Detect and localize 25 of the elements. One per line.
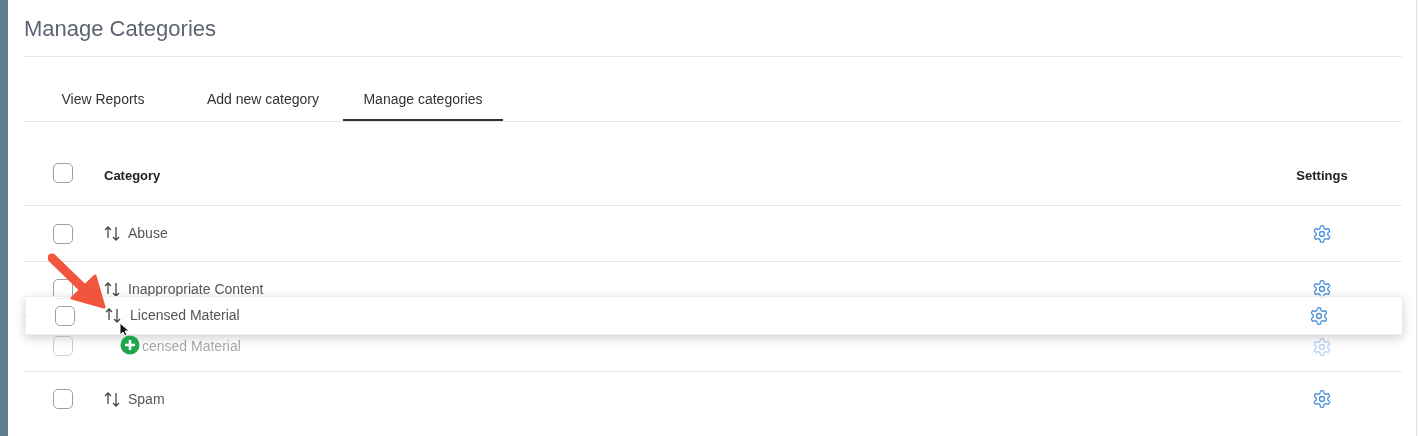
category-name: Abuse — [128, 224, 169, 243]
page-title: Manage Categories — [24, 15, 217, 43]
column-header: Settings — [1295, 166, 1349, 185]
settings-icon[interactable] — [1312, 223, 1332, 244]
sort-icon[interactable] — [105, 307, 121, 324]
checkbox[interactable] — [53, 389, 73, 409]
sort-icon[interactable] — [104, 390, 120, 408]
settings-icon[interactable] — [1309, 305, 1329, 326]
checkbox[interactable] — [53, 162, 73, 183]
settings-icon[interactable] — [1312, 279, 1332, 299]
annotation-arrow — [48, 252, 108, 310]
column-header: Category — [104, 166, 162, 185]
checkbox[interactable] — [55, 305, 75, 326]
tab[interactable]: Add new category — [188, 79, 338, 121]
sort-icon[interactable] — [104, 225, 120, 242]
tab[interactable]: View Reports — [43, 79, 163, 121]
checkbox[interactable] — [53, 336, 73, 356]
checkbox[interactable] — [53, 223, 73, 244]
category-name: censed Material — [142, 336, 242, 356]
tab[interactable]: Manage categories — [343, 79, 503, 121]
category-name: Spam — [128, 389, 166, 409]
settings-icon[interactable] — [1312, 389, 1332, 409]
category-name: Inappropriate Content — [128, 279, 265, 299]
category-name: Licensed Material — [130, 306, 241, 325]
sort-icon[interactable] — [104, 280, 120, 298]
